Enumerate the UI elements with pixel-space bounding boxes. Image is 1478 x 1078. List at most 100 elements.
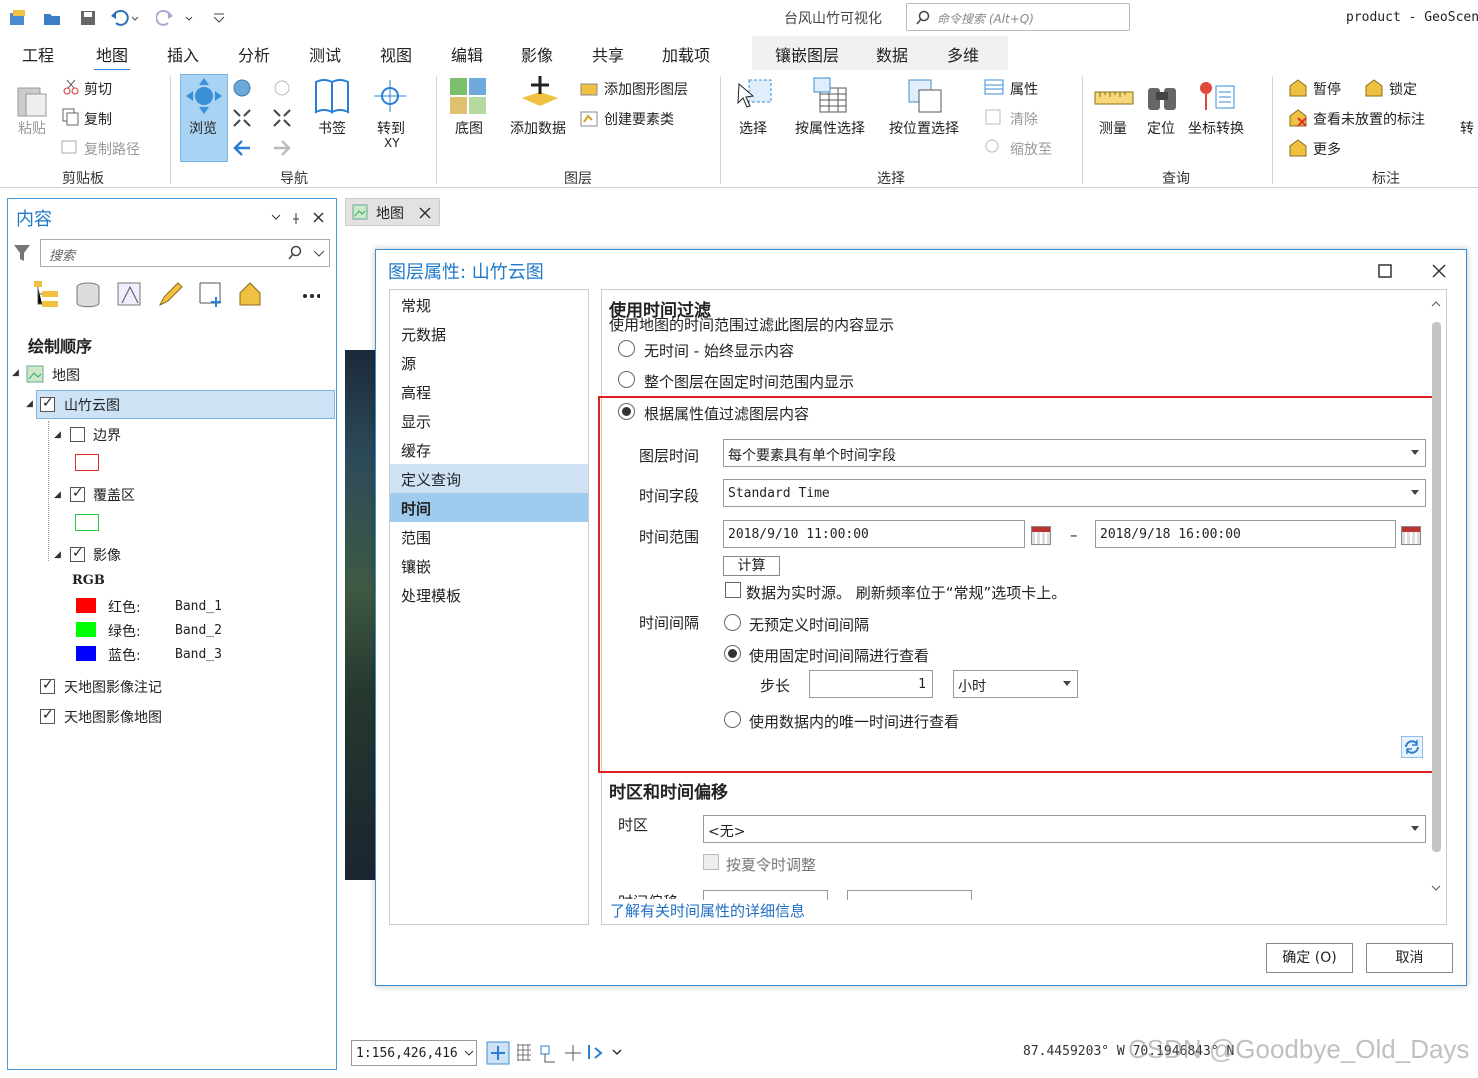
tab-imagery[interactable]: 影像	[521, 42, 553, 66]
add-data-button[interactable]: 添加数据	[510, 118, 566, 138]
nav-cache[interactable]: 缓存	[390, 435, 588, 464]
layer-name[interactable]: 山竹云图	[64, 395, 120, 415]
coverage-checkbox[interactable]	[70, 485, 85, 502]
forward-arrow-icon[interactable]	[272, 138, 292, 158]
dst-label[interactable]: 按夏令时调整	[726, 854, 816, 875]
more-labeling-icon[interactable]	[1288, 138, 1308, 158]
add-graphics-layer-button[interactable]: 添加图形图层	[604, 79, 688, 99]
copy-button[interactable]: 复制	[84, 109, 112, 129]
tab-analysis[interactable]: 分析	[238, 42, 270, 66]
copy-path-button[interactable]: 复制路径	[84, 139, 140, 159]
collapse-boundary-icon[interactable]: ◢	[54, 430, 61, 440]
cut-icon[interactable]	[62, 78, 80, 96]
annotation-layer-checkbox[interactable]	[40, 677, 55, 694]
fixed-zoom-in-icon[interactable]	[232, 108, 252, 128]
copy-path-icon[interactable]	[60, 138, 78, 156]
maximize-icon[interactable]	[1377, 263, 1393, 279]
nav-display[interactable]: 显示	[390, 406, 588, 435]
contents-search-input[interactable]: 搜索	[40, 239, 330, 267]
locate-button[interactable]: 定位	[1147, 118, 1175, 138]
tab-project[interactable]: 工程	[22, 42, 54, 66]
collapse-map-icon[interactable]: ◢	[12, 368, 19, 378]
radio-no-time-label[interactable]: 无时间 - 始终显示内容	[644, 340, 794, 361]
open-project-icon[interactable]	[42, 8, 62, 28]
nav-mosaic[interactable]: 镶嵌	[390, 551, 588, 580]
nav-definition-query[interactable]: 定义查询	[390, 464, 588, 493]
green-band-swatch[interactable]	[76, 622, 96, 637]
back-arrow-icon[interactable]	[232, 138, 252, 158]
select-button[interactable]: 选择	[739, 118, 767, 138]
paste-label[interactable]: 粘贴	[18, 118, 46, 138]
measure-icon[interactable]	[1094, 84, 1134, 112]
coverage-label[interactable]: 覆盖区	[93, 485, 135, 505]
cut-button[interactable]: 剪切	[84, 79, 112, 99]
radio-fixed-range-label[interactable]: 整个图层在固定时间范围内显示	[644, 371, 854, 392]
view-unplaced-button[interactable]: 查看未放置的标注	[1313, 109, 1425, 129]
add-data-icon[interactable]	[520, 76, 560, 116]
coverage-symbol[interactable]	[75, 514, 99, 531]
nav-elevation[interactable]: 高程	[390, 377, 588, 406]
chevron-down-icon[interactable]	[464, 1050, 474, 1058]
tab-mosaic-layer[interactable]: 镶嵌图层	[775, 42, 839, 66]
tab-data[interactable]: 数据	[876, 42, 908, 66]
scale-input[interactable]: 1:156,426,416	[351, 1040, 477, 1066]
select-by-attributes-icon[interactable]	[810, 76, 850, 116]
collapse-imagery-icon[interactable]: ◢	[54, 550, 61, 560]
measure-button[interactable]: 测量	[1099, 118, 1127, 138]
time-offset-unit-dropdown[interactable]	[847, 890, 972, 900]
scroll-down-icon[interactable]	[1431, 884, 1441, 892]
zoom-to-selection-icon[interactable]	[984, 138, 1004, 156]
learn-more-link[interactable]: 了解有关时间属性的详细信息	[610, 900, 805, 921]
attributes-button[interactable]: 属性	[1010, 79, 1038, 99]
scrollbar-thumb[interactable]	[1432, 322, 1441, 852]
tab-view[interactable]: 视图	[380, 42, 412, 66]
radio-no-time[interactable]	[618, 340, 635, 357]
undo-icon[interactable]	[110, 8, 139, 28]
chevron-down-icon[interactable]	[313, 249, 325, 259]
view-unplaced-icon[interactable]	[1288, 108, 1308, 128]
previous-extent-icon[interactable]	[272, 78, 292, 98]
lock-labeling-button[interactable]: 锁定	[1389, 79, 1417, 99]
boundary-checkbox[interactable]	[70, 427, 85, 442]
convert-coordinates-icon[interactable]	[1196, 76, 1236, 116]
map-view-tab[interactable]: 地图	[345, 198, 440, 226]
goto-xy-button[interactable]: 转到	[377, 118, 405, 138]
nav-general[interactable]: 常规	[390, 290, 588, 319]
blue-band-swatch[interactable]	[76, 646, 96, 661]
close-tab-icon[interactable]	[419, 207, 431, 219]
nav-metadata[interactable]: 元数据	[390, 319, 588, 348]
more-labeling-button[interactable]: 更多	[1313, 139, 1341, 159]
redo-icon[interactable]	[155, 8, 193, 28]
collapse-coverage-icon[interactable]: ◢	[54, 490, 61, 500]
tab-multidimensional[interactable]: 多维	[947, 42, 979, 66]
full-extent-icon[interactable]	[232, 78, 252, 98]
nav-time[interactable]: 时间	[390, 493, 588, 522]
nav-extent[interactable]: 范围	[390, 522, 588, 551]
fixed-zoom-out-icon[interactable]	[272, 108, 292, 128]
basemap-button[interactable]: 底图	[455, 118, 483, 138]
attributes-icon[interactable]	[984, 78, 1004, 96]
cancel-button[interactable]: 取消	[1366, 943, 1453, 973]
layer-visibility-checkbox[interactable]	[40, 395, 55, 412]
clear-selection-button[interactable]: 清除	[1010, 109, 1038, 129]
red-band-swatch[interactable]	[76, 598, 96, 613]
time-offset-input[interactable]	[703, 890, 828, 900]
basemap-icon[interactable]	[448, 76, 488, 116]
bookmarks-button[interactable]: 书签	[318, 118, 346, 138]
convert-coordinates-button[interactable]: 坐标转换	[1188, 118, 1244, 138]
timezone-dropdown[interactable]: <无>	[703, 815, 1426, 843]
zoom-to-selection-button[interactable]: 缩放至	[1010, 139, 1052, 159]
vertical-scrollbar[interactable]	[1429, 296, 1443, 896]
tab-map[interactable]: 地图	[93, 42, 131, 72]
create-feature-class-button[interactable]: 创建要素类	[604, 109, 674, 129]
imagery-label[interactable]: 影像	[93, 545, 121, 565]
annotation-layer-label[interactable]: 天地图影像注记	[64, 677, 162, 697]
bookmarks-icon[interactable]	[312, 76, 352, 116]
ok-button[interactable]: 确定 (O)	[1266, 943, 1353, 973]
paste-icon[interactable]	[14, 82, 50, 118]
map-node-label[interactable]: 地图	[52, 365, 80, 385]
locate-icon[interactable]	[1144, 76, 1180, 116]
collapse-layer-icon[interactable]: ◢	[26, 399, 33, 409]
basemap-layer-label[interactable]: 天地图影像地图	[64, 707, 162, 727]
select-by-location-icon[interactable]	[905, 76, 945, 116]
